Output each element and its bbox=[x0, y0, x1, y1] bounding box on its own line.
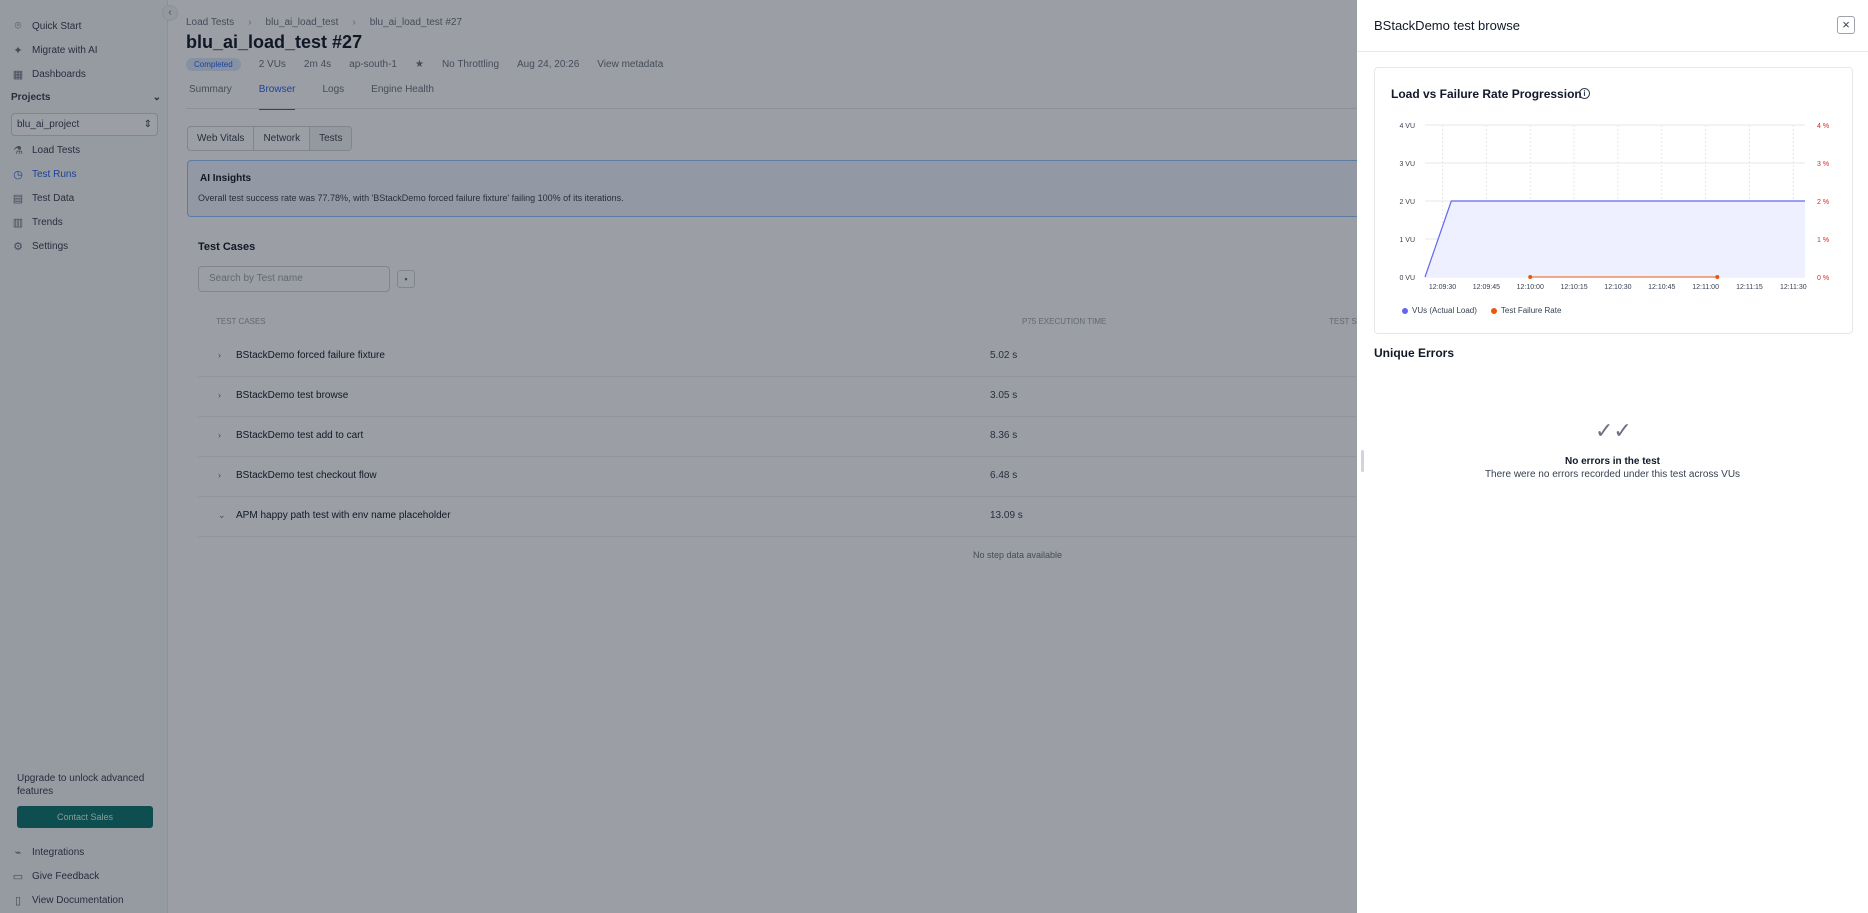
x-tick-label: 12:09:30 bbox=[1429, 284, 1456, 291]
legend-item-failure[interactable]: Test Failure Rate bbox=[1490, 306, 1562, 315]
legend-swatch bbox=[1490, 307, 1497, 314]
vus-area bbox=[1425, 201, 1805, 277]
chart-card: Load vs Failure Rate Progression i 0 VU 1… bbox=[1374, 67, 1853, 334]
empty-state-title: No errors in the test bbox=[1564, 456, 1661, 467]
close-button[interactable]: × bbox=[1837, 16, 1855, 34]
drawer-title: BStackDemo test browse bbox=[1374, 18, 1520, 33]
legend-swatch bbox=[1402, 307, 1408, 314]
drawer-resize-handle[interactable] bbox=[1361, 450, 1364, 472]
x-tick-label: 12:11:15 bbox=[1736, 284, 1763, 291]
app-root: ⌾ Quick Start ✦ Migrate with AI ▦ Dashboard… bbox=[0, 0, 1868, 913]
y-right-tick-label: 1 % bbox=[1817, 237, 1829, 244]
close-icon: × bbox=[1842, 17, 1850, 32]
empty-state-body: There were no errors recorded under this… bbox=[1484, 469, 1741, 480]
y-right-tick-label: 4 % bbox=[1817, 123, 1829, 130]
x-tick-label: 12:10:00 bbox=[1517, 284, 1544, 291]
legend-label: VUs (Actual Load) bbox=[1412, 306, 1477, 315]
y-tick-label: 2 VU bbox=[1399, 199, 1415, 206]
legend-label: Test Failure Rate bbox=[1500, 306, 1562, 315]
test-detail-drawer: BStackDemo test browse × Load vs Failure… bbox=[1357, 0, 1868, 913]
drawer-divider bbox=[1357, 51, 1868, 52]
unique-errors-title: Unique Errors bbox=[1374, 346, 1455, 360]
y-right-tick-label: 0 % bbox=[1817, 275, 1829, 282]
y-tick-label: 4 VU bbox=[1399, 123, 1415, 130]
legend-item-vus[interactable]: VUs (Actual Load) bbox=[1402, 306, 1477, 315]
x-tick-label: 12:09:45 bbox=[1473, 284, 1500, 291]
failure-point bbox=[1528, 275, 1533, 279]
double-check-icon: ✓✓ bbox=[1595, 418, 1632, 443]
modal-backdrop[interactable] bbox=[0, 0, 1357, 913]
y-right-tick-label: 3 % bbox=[1817, 161, 1829, 168]
y-right-tick-label: 2 % bbox=[1817, 199, 1829, 206]
x-tick-label: 12:10:15 bbox=[1560, 284, 1587, 291]
y-tick-label: 0 VU bbox=[1399, 275, 1415, 282]
x-tick-label: 12:11:30 bbox=[1780, 284, 1807, 291]
load-failure-chart: 0 VU 1 VU 2 VU 3 VU 4 VU 0 % 1 % 2 % 3 % 4 % 12:09… bbox=[1399, 123, 1829, 291]
y-tick-label: 1 VU bbox=[1399, 237, 1415, 244]
y-tick-label: 3 VU bbox=[1399, 161, 1415, 168]
x-tick-label: 12:10:30 bbox=[1604, 284, 1631, 291]
failure-point bbox=[1715, 275, 1720, 279]
chart-legend: VUs (Actual Load) Test Failure Rate bbox=[1402, 306, 1561, 315]
x-tick-label: 12:11:00 bbox=[1692, 284, 1719, 291]
x-tick-label: 12:10:45 bbox=[1648, 284, 1675, 291]
